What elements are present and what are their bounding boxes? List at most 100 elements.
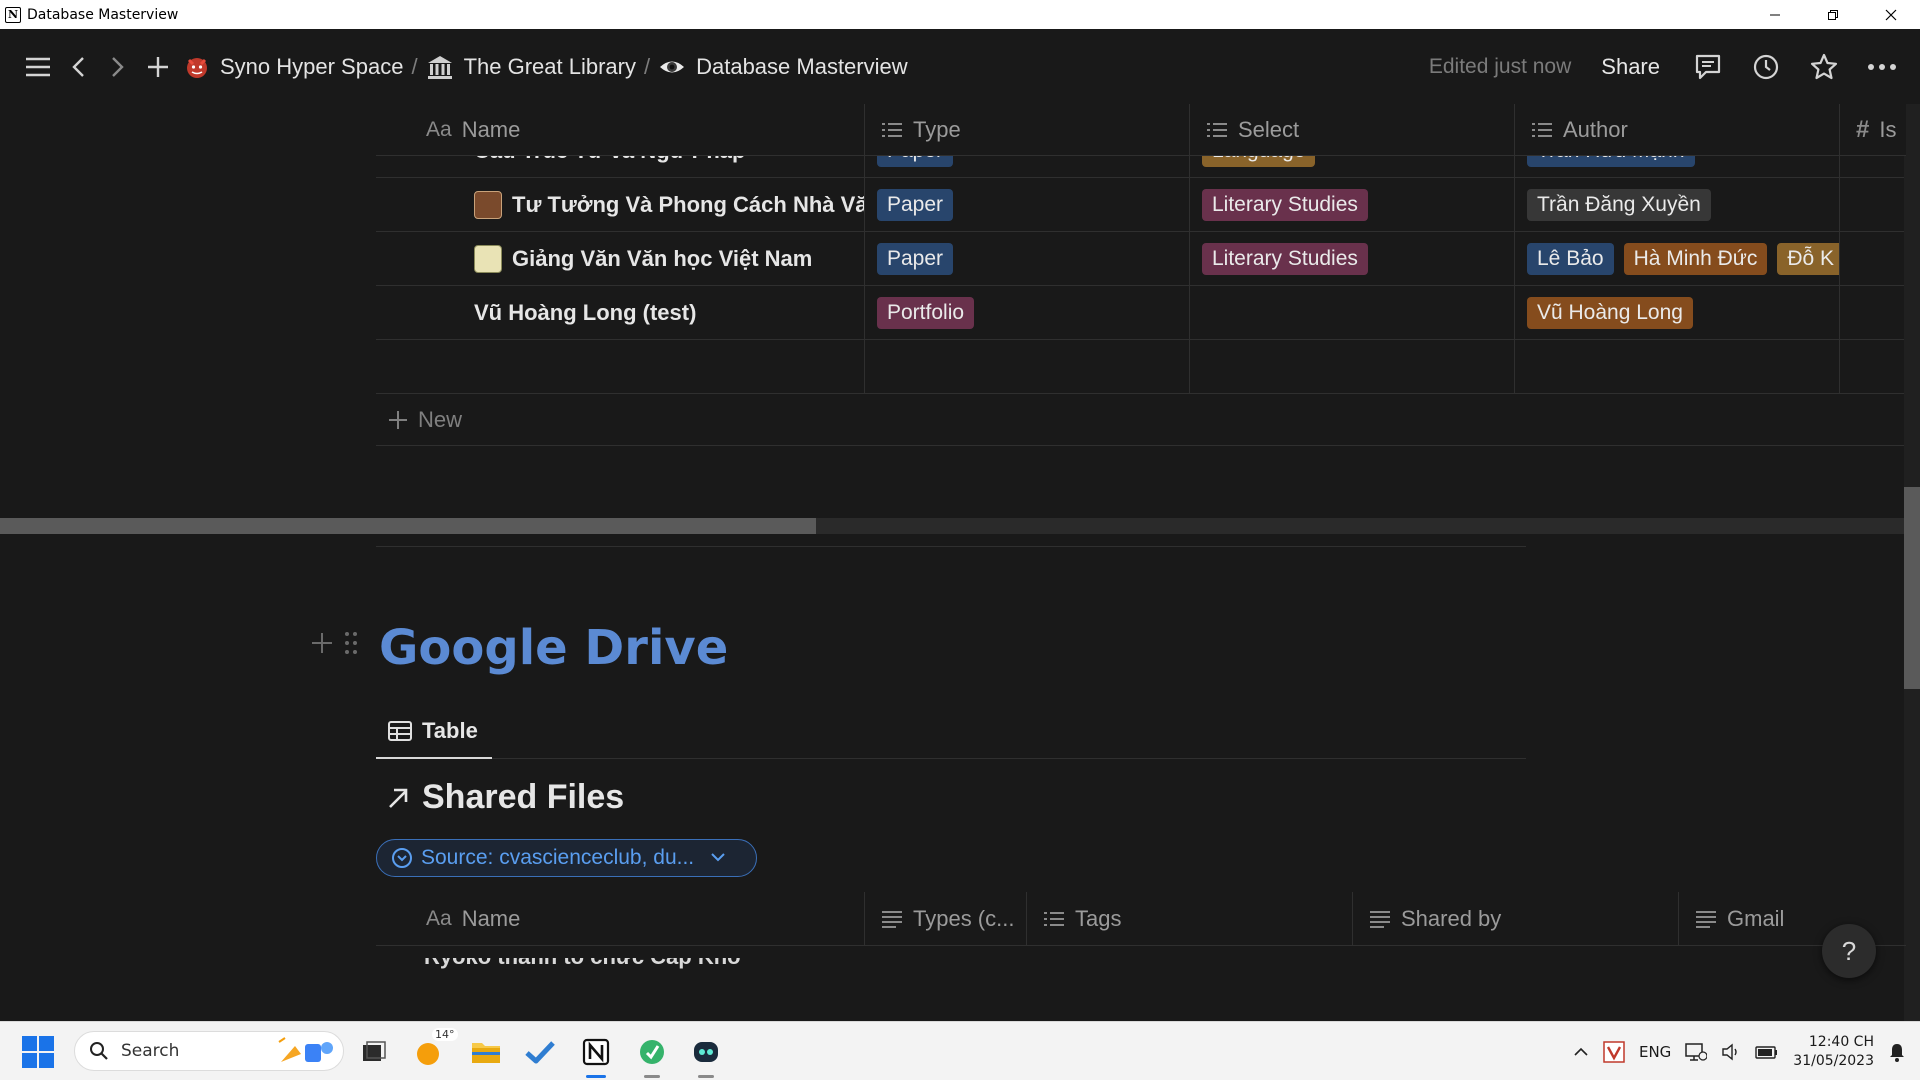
more-options-button[interactable] [1858,43,1906,91]
minimize-icon [1770,14,1780,15]
drag-handle-icon[interactable] [344,630,358,656]
table-row[interactable]: Ryokó thành tổ chức Cấp Khó [424,958,754,970]
chevron-left-icon [72,56,84,77]
breadcrumb-separator: / [411,53,418,79]
help-button[interactable]: ? [1822,924,1876,978]
task-view-button[interactable] [354,1032,394,1072]
chevron-right-icon [112,56,124,77]
column-header-select[interactable]: Select [1189,104,1514,155]
type-cell[interactable]: Paper [864,232,1189,285]
name-cell[interactable] [376,340,864,393]
share-button[interactable]: Share [1601,54,1660,80]
devil-emoji-icon [187,57,207,78]
close-button[interactable] [1862,0,1920,29]
breadcrumb-separator: / [643,53,651,79]
table-row-empty[interactable] [376,340,1906,394]
notion-taskbar-button[interactable] [576,1032,616,1078]
notion-icon [582,1038,610,1066]
column-header-tags[interactable]: Tags [1026,892,1352,945]
plus-icon[interactable] [310,631,334,655]
select-cell[interactable]: Literary Studies [1189,178,1514,231]
battery-icon[interactable] [1755,1043,1779,1061]
hash-icon: # [1856,115,1870,143]
arrow-up-right-icon [389,788,408,808]
section-heading[interactable]: Google Drive [379,620,728,676]
is-cell[interactable] [1839,286,1906,339]
new-row-button[interactable]: New [376,394,1906,446]
file-explorer-button[interactable] [466,1032,506,1072]
lines-icon [881,910,903,928]
task-view-icon [363,1041,386,1061]
is-cell[interactable] [1839,178,1906,231]
network-icon[interactable] [1685,1042,1708,1062]
source-filter[interactable]: Source: cvascienceclub, du... [376,839,757,877]
new-page-button[interactable] [138,47,178,87]
select-cell[interactable] [1189,340,1514,393]
table-row[interactable]: Giảng Văn Văn học Việt Nam Paper Literar… [376,232,1906,286]
library-icon [427,55,452,79]
windows-start-button[interactable] [22,1036,54,1068]
table-icon [388,720,412,741]
type-cell[interactable] [864,340,1189,393]
tab-table[interactable]: Table [376,704,492,759]
sidebar-toggle-button[interactable] [18,47,58,87]
system-tray: ENG 12:40 CH 31/05/2023 [1573,1022,1920,1080]
author-cell[interactable] [1514,340,1839,393]
favorite-button[interactable] [1800,43,1848,91]
breadcrumb-workspace[interactable]: Syno Hyper Space [178,54,409,80]
type-cell[interactable]: Paper [864,178,1189,231]
breadcrumb-library[interactable]: The Great Library [420,54,642,80]
name-cell[interactable]: Vũ Hoàng Long (test) [376,286,864,339]
sync-app-button[interactable] [686,1032,726,1078]
author-cell[interactable]: Vũ Hoàng Long [1514,286,1839,339]
todo-app-button[interactable] [520,1032,560,1072]
vertical-scrollbar-thumb[interactable] [1904,487,1920,689]
minimize-button[interactable] [1746,0,1804,29]
name-cell[interactable]: Tư Tưởng Và Phong Cách Nhà Vă [376,178,864,231]
horizontal-scrollbar-thumb[interactable] [0,518,816,534]
book-cover-icon [474,190,502,219]
search-icon [90,1042,108,1060]
select-cell[interactable]: Literary Studies [1189,232,1514,285]
taskbar-clock[interactable]: 12:40 CH 31/05/2023 [1793,1033,1874,1071]
updates-button[interactable] [1742,43,1790,91]
antivirus-icon[interactable] [1603,1040,1625,1063]
column-header-author[interactable]: Author [1514,104,1839,155]
column-header-name[interactable]: Aa Name [376,892,864,945]
restore-button[interactable] [1804,0,1862,29]
forward-button[interactable] [98,47,138,87]
input-language[interactable]: ENG [1639,1043,1671,1061]
filter-label: Source: cvascienceclub, du... [421,846,695,869]
weather-sun-icon [417,1043,439,1065]
chevron-up-icon[interactable] [1573,1047,1589,1057]
notification-bell-icon[interactable] [1888,1042,1906,1062]
column-header-is[interactable]: # Is [1839,104,1906,155]
column-header-name[interactable]: Aa Name [376,104,864,155]
comments-button[interactable] [1684,43,1732,91]
is-cell[interactable] [1839,232,1906,285]
author-cell[interactable]: Trần Đăng Xuyền [1514,178,1839,231]
linked-database-label: Shared Files [422,778,625,816]
table-row[interactable]: Tư Tưởng Và Phong Cách Nhà Vă Paper Lite… [376,178,1906,232]
folder-icon [472,1043,500,1063]
is-cell[interactable] [1839,340,1906,393]
row-title: Vũ Hoàng Long (test) [474,299,697,325]
list-icon [881,121,903,139]
taskbar-search[interactable]: Search [74,1031,344,1071]
breadcrumb-current-page[interactable]: Database Masterview [652,54,914,80]
back-button[interactable] [58,47,98,87]
column-header-types[interactable]: Types (c... [864,892,1026,945]
tab-label: Table [422,717,478,743]
green-app-button[interactable] [632,1032,672,1078]
weather-temp: 14° [432,1028,458,1041]
name-cell[interactable]: Giảng Văn Văn học Việt Nam [376,232,864,285]
volume-icon[interactable] [1721,1043,1741,1061]
column-header-type[interactable]: Type [864,104,1189,155]
column-header-shared-by[interactable]: Shared by [1352,892,1678,945]
linked-database-title[interactable]: Shared Files [386,778,624,817]
author-cell[interactable]: Lê Bảo Hà Minh Đức Đỗ K [1514,232,1839,285]
type-cell[interactable]: Portfolio [864,286,1189,339]
select-cell[interactable] [1189,286,1514,339]
table-row[interactable]: Vũ Hoàng Long (test) Portfolio Vũ Hoàng … [376,286,1906,340]
select-tag: Literary Studies [1202,242,1368,275]
